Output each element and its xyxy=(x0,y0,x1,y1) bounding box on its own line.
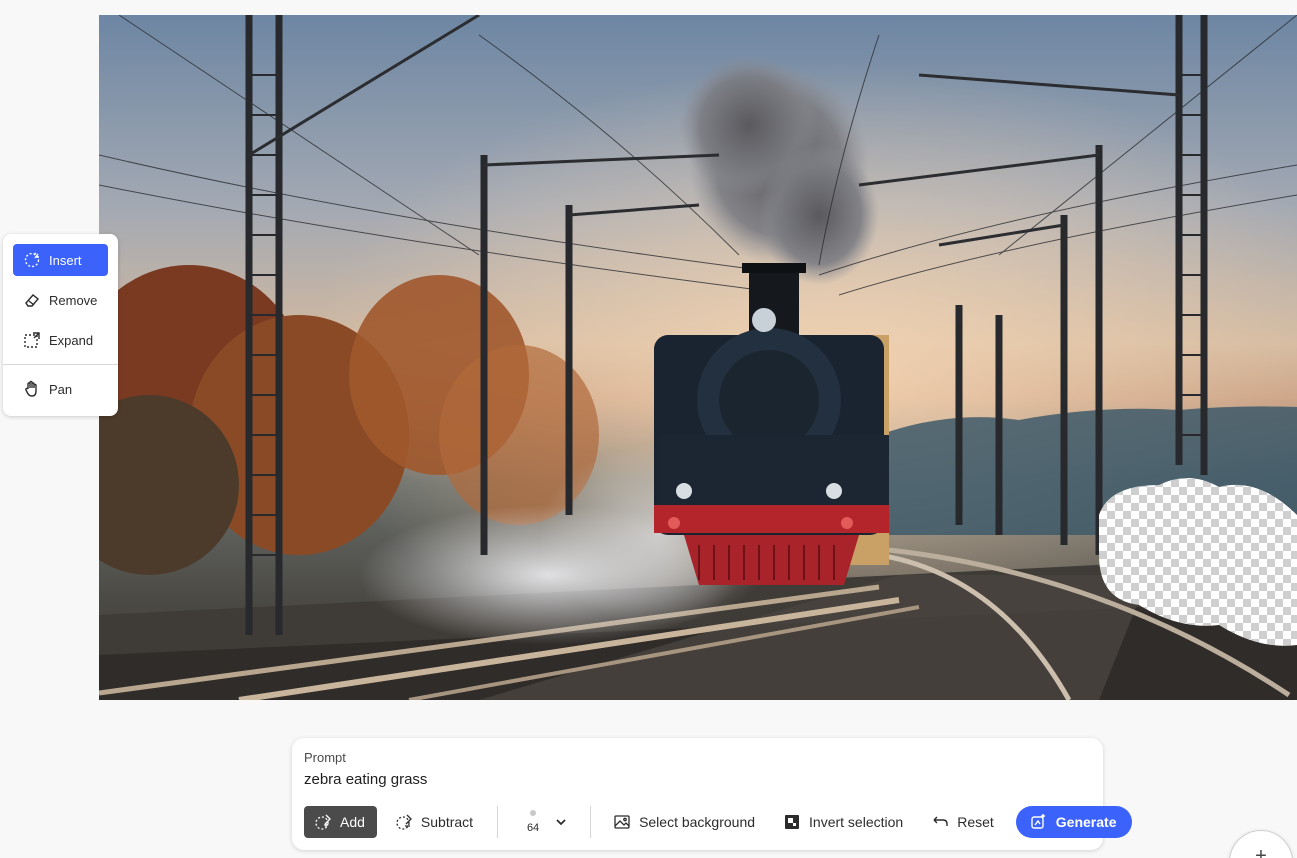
subtract-button-label: Subtract xyxy=(420,814,474,830)
tool-divider xyxy=(3,364,118,365)
select-background-button[interactable]: Select background xyxy=(603,806,767,838)
eraser-icon xyxy=(23,291,41,309)
undo-icon xyxy=(931,813,949,831)
prompt-input[interactable]: zebra eating grass xyxy=(304,771,427,788)
generate-label: Generate xyxy=(1055,814,1117,830)
tool-expand-label: Expand xyxy=(49,332,94,348)
train-photo xyxy=(99,15,1297,700)
expand-icon xyxy=(23,331,41,349)
add-brush-icon xyxy=(314,813,332,831)
toolbar-divider xyxy=(497,806,499,838)
add-button-label: Add xyxy=(340,814,365,830)
generate-button[interactable]: Generate xyxy=(1015,806,1133,838)
tool-pan-label: Pan xyxy=(49,381,73,397)
tool-pan[interactable]: Pan xyxy=(13,373,108,405)
tool-remove-label: Remove xyxy=(49,292,98,308)
hand-icon xyxy=(23,380,41,398)
brush-dot-icon xyxy=(530,810,537,816)
prompt-panel: Prompt zebra eating grass Add Subtract 6… xyxy=(292,738,1133,850)
image-canvas[interactable] xyxy=(99,15,1297,700)
add-button[interactable]: Add xyxy=(304,806,377,838)
reset-label: Reset xyxy=(957,814,994,830)
select-background-label: Select background xyxy=(639,814,756,830)
invert-selection-button[interactable]: Invert selection xyxy=(773,806,915,838)
tool-insert[interactable]: Insert xyxy=(13,244,108,276)
brush-size-dropdown[interactable]: 64 xyxy=(510,806,578,838)
brush-size-value: 64 xyxy=(526,822,540,834)
generate-icon xyxy=(1030,813,1048,831)
plus-icon: + xyxy=(1255,845,1267,858)
invert-selection-label: Invert selection xyxy=(809,814,904,830)
invert-selection-icon xyxy=(783,813,801,831)
reset-button[interactable]: Reset xyxy=(921,806,1006,838)
tool-insert-label: Insert xyxy=(49,252,82,268)
tool-expand[interactable]: Expand xyxy=(13,324,108,356)
selection-toolbar: Add Subtract 64 Select background Invert… xyxy=(304,806,1133,838)
chevron-down-icon xyxy=(554,815,568,829)
insert-icon xyxy=(23,251,41,269)
toolbar-divider xyxy=(590,806,592,838)
floating-action-button[interactable]: + xyxy=(1229,830,1293,858)
tool-palette: Insert Remove Expand Pan xyxy=(3,234,118,416)
subtract-button[interactable]: Subtract xyxy=(385,806,485,838)
subtract-brush-icon xyxy=(395,813,413,831)
tool-remove[interactable]: Remove xyxy=(13,284,108,316)
image-icon xyxy=(613,813,631,831)
prompt-label: Prompt xyxy=(304,750,346,765)
